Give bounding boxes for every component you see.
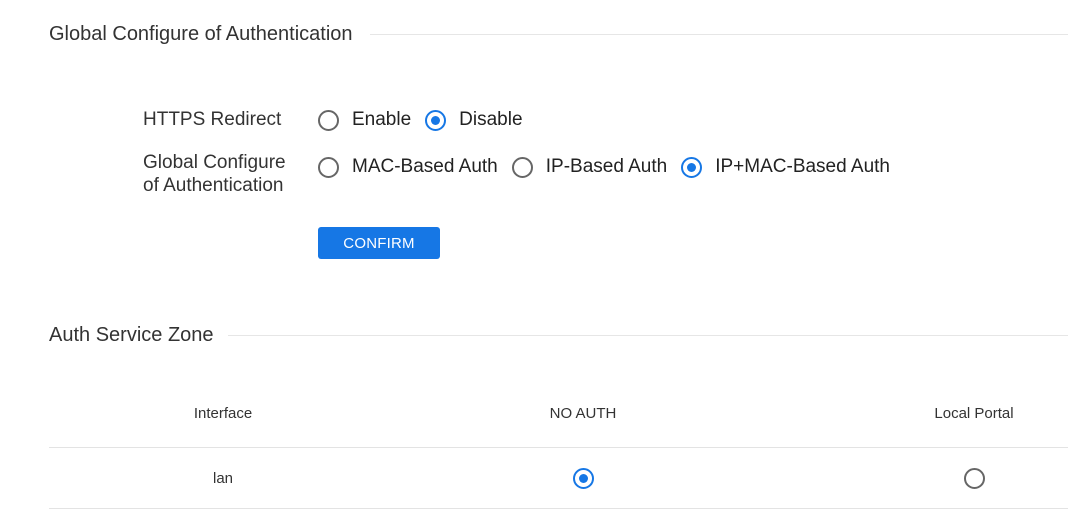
auth-mode-label-line1: Global Configure	[143, 152, 286, 173]
mac-based-auth-label[interactable]: MAC-Based Auth	[352, 156, 498, 178]
auth-service-zone-title: Auth Service Zone	[49, 324, 214, 346]
auth-mode-label: Global Configure of Authentication	[143, 151, 286, 197]
auth-service-zone-divider	[228, 335, 1068, 336]
column-header-local-portal: Local Portal	[934, 404, 1014, 422]
mac-based-auth-option[interactable]: MAC-Based Auth	[318, 156, 498, 178]
no-auth-radio[interactable]	[572, 467, 594, 489]
https-redirect-disable-option[interactable]: Disable	[425, 109, 523, 131]
ip-mac-based-auth-label[interactable]: IP+MAC-Based Auth	[715, 156, 890, 178]
https-redirect-label: HTTPS Redirect	[143, 109, 282, 130]
https-redirect-disable-radio[interactable]	[425, 109, 447, 131]
ip-based-auth-radio[interactable]	[511, 156, 533, 178]
table-header-row: Interface NO AUTH Local Portal	[49, 385, 1068, 447]
local-portal-radio[interactable]	[963, 467, 985, 489]
global-auth-section-title: Global Configure of Authentication	[49, 23, 353, 45]
https-redirect-enable-option[interactable]: Enable	[318, 109, 411, 131]
ip-based-auth-label[interactable]: IP-Based Auth	[546, 156, 667, 178]
global-auth-section-divider	[370, 34, 1068, 35]
interface-cell: lan	[212, 469, 234, 487]
auth-mode-label-line2: of Authentication	[143, 175, 284, 196]
auth-mode-radio-group: MAC-Based Auth IP-Based Auth IP+MAC-Base…	[318, 155, 904, 179]
local-portal-cell	[874, 448, 1068, 508]
confirm-button[interactable]: CONFIRM	[318, 227, 440, 259]
https-redirect-enable-radio[interactable]	[318, 109, 339, 131]
mac-based-auth-radio[interactable]	[318, 156, 339, 178]
ip-mac-based-auth-radio[interactable]	[681, 156, 703, 178]
auth-zone-table: Interface NO AUTH Local Portal lan	[49, 385, 1068, 509]
https-redirect-disable-label[interactable]: Disable	[459, 109, 522, 131]
no-auth-cell	[483, 448, 683, 508]
https-redirect-radio-group: Enable Disable	[318, 108, 537, 132]
column-header-interface: Interface	[193, 404, 253, 422]
ip-mac-based-auth-option[interactable]: IP+MAC-Based Auth	[681, 156, 890, 178]
auth-settings-page: Global Configure of Authentication HTTPS…	[0, 0, 1068, 510]
table-row: lan	[49, 447, 1068, 509]
column-header-no-auth: NO AUTH	[549, 404, 617, 422]
https-redirect-enable-label[interactable]: Enable	[352, 109, 411, 131]
ip-based-auth-option[interactable]: IP-Based Auth	[511, 156, 667, 178]
